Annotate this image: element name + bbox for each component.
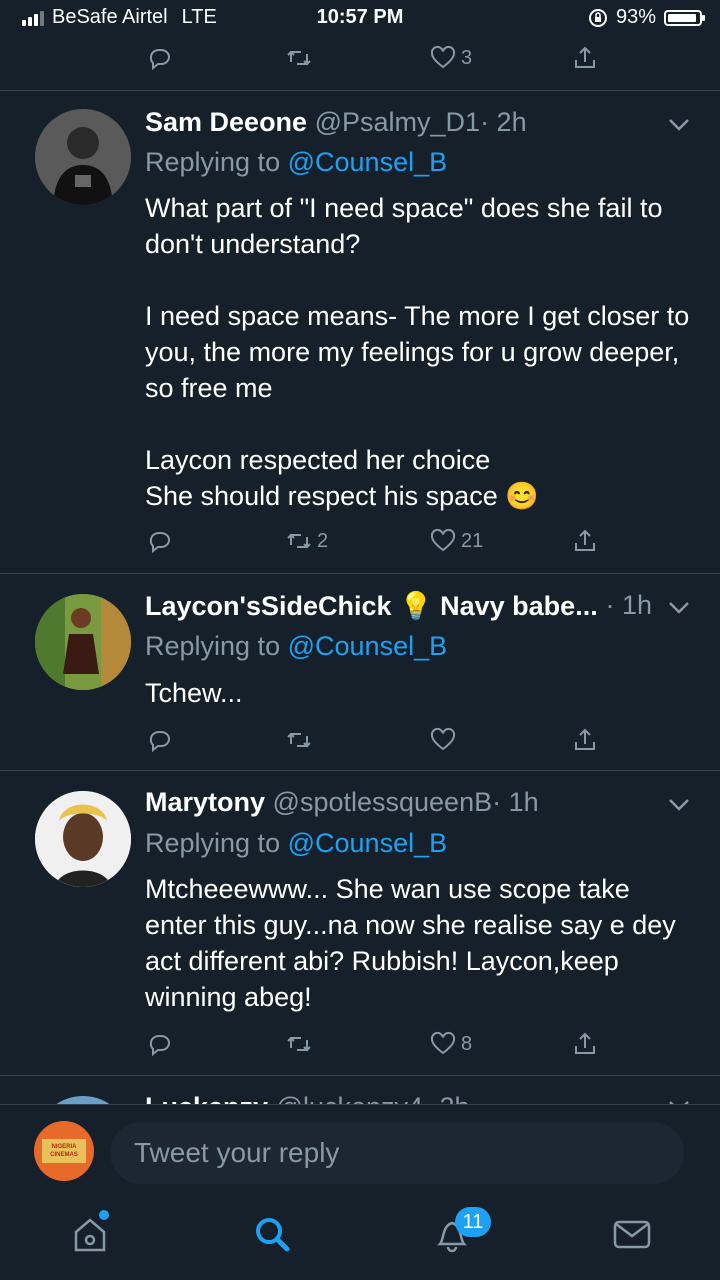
author-name[interactable]: Luckenzy <box>145 1092 268 1104</box>
reply-composer: NIGERIA CINEMAS Tweet your reply <box>0 1104 720 1193</box>
divider <box>0 90 720 91</box>
divider <box>0 573 720 574</box>
like-count: 21 <box>461 529 484 552</box>
author-name[interactable]: Laycon'sSideChick 💡 Navy babe... <box>145 591 598 621</box>
tweet-text: Tchew... <box>145 678 243 708</box>
previous-tweet-actions: 3 <box>145 38 605 78</box>
tweet-actions <box>145 720 605 760</box>
retweet-icon <box>287 732 311 748</box>
share-icon <box>575 1032 595 1054</box>
avatar[interactable] <box>35 791 131 887</box>
replying-to: Replying to @Counsel_B <box>145 147 447 178</box>
like-button[interactable]: 3 <box>429 38 472 78</box>
share-icon <box>575 46 595 68</box>
tab-messages[interactable] <box>610 1212 654 1256</box>
reply-button[interactable] <box>145 521 173 561</box>
share-icon <box>575 728 595 750</box>
chevron-down-icon[interactable] <box>668 118 690 132</box>
tab-search[interactable] <box>250 1212 294 1256</box>
tweet-luckenzy[interactable]: Luckenzy @luckenzy4· 2h <box>0 1076 720 1104</box>
author-handle[interactable]: @Psalmy_D1 <box>315 107 480 137</box>
like-button[interactable]: 21 <box>429 521 483 561</box>
rotation-lock-icon <box>588 8 607 27</box>
retweet-button[interactable] <box>285 720 313 760</box>
mention-link[interactable]: @Counsel_B <box>288 631 448 661</box>
avatar[interactable] <box>35 1096 131 1104</box>
reply-icon <box>149 1035 170 1057</box>
reply-button[interactable] <box>145 38 173 78</box>
mention-link[interactable]: @Counsel_B <box>288 828 448 858</box>
share-button[interactable] <box>571 1024 599 1064</box>
author-name[interactable]: Marytony <box>145 787 265 817</box>
tab-bar <box>0 1192 720 1280</box>
tweet-time: · 2h <box>480 107 527 137</box>
tweet-time: · 1h <box>605 590 652 620</box>
author-handle[interactable]: @luckenzy4 <box>276 1092 423 1104</box>
tweet-text: Mtcheeewww... She wan use scope take ent… <box>145 874 676 1012</box>
retweet-button[interactable] <box>285 38 313 78</box>
battery-icon <box>664 9 705 26</box>
tweet-time: · 1h <box>492 787 539 817</box>
like-button[interactable]: 8 <box>429 1024 472 1064</box>
replying-label: Replying to <box>145 147 281 177</box>
divider <box>0 770 720 771</box>
my-avatar[interactable]: NIGERIA CINEMAS <box>34 1121 94 1181</box>
chevron-down-icon[interactable] <box>668 798 690 812</box>
retweet-button[interactable]: 2 <box>285 521 328 561</box>
reply-icon <box>149 532 170 554</box>
battery-percent: 93% <box>615 6 656 28</box>
share-icon <box>575 529 595 551</box>
tweet-time: · 2h <box>423 1092 470 1104</box>
avatar[interactable] <box>35 594 131 690</box>
avatar[interactable] <box>35 109 131 205</box>
avatar-logo-text: NIGERIA CINEMAS <box>42 1139 86 1163</box>
mail-icon <box>613 1220 651 1249</box>
search-icon <box>256 1218 290 1252</box>
like-count: 3 <box>461 46 473 69</box>
heart-icon <box>430 528 456 552</box>
mention-link[interactable]: @Counsel_B <box>288 147 448 177</box>
like-count: 8 <box>461 1032 473 1055</box>
share-button[interactable] <box>571 720 599 760</box>
tweet-actions: 8 <box>145 1024 605 1064</box>
heart-icon <box>430 1031 456 1055</box>
share-button[interactable] <box>571 38 599 78</box>
reply-icon <box>149 731 170 753</box>
status-bar: BeSafe Airtel LTE 10:57 PM 93% <box>0 0 720 36</box>
notifications-badge: 11 <box>455 1207 491 1237</box>
author-name[interactable]: Sam Deeone <box>145 107 307 137</box>
share-button[interactable] <box>571 521 599 561</box>
replying-to: Replying to @Counsel_B <box>145 631 447 662</box>
retweet-icon <box>287 50 311 66</box>
author-handle[interactable]: @spotlessqueenB <box>273 787 493 817</box>
retweet-icon <box>287 1036 311 1052</box>
retweet-icon <box>287 533 311 549</box>
tweet-actions: 2 21 <box>145 521 605 561</box>
reply-input[interactable]: Tweet your reply <box>110 1122 684 1184</box>
retweet-count: 2 <box>317 529 329 552</box>
tweet-text: What part of "I need space" does she fai… <box>145 193 690 511</box>
retweet-button[interactable] <box>285 1024 313 1064</box>
reply-button[interactable] <box>145 720 173 760</box>
heart-icon <box>430 727 456 751</box>
reply-button[interactable] <box>145 1024 173 1064</box>
reply-icon <box>149 49 170 71</box>
like-button[interactable] <box>429 720 457 760</box>
replying-label: Replying to <box>145 828 281 858</box>
new-content-dot <box>99 1210 109 1220</box>
replying-to: Replying to @Counsel_B <box>145 828 447 859</box>
replying-label: Replying to <box>145 631 281 661</box>
heart-icon <box>430 45 456 69</box>
chevron-down-icon[interactable] <box>668 601 690 615</box>
